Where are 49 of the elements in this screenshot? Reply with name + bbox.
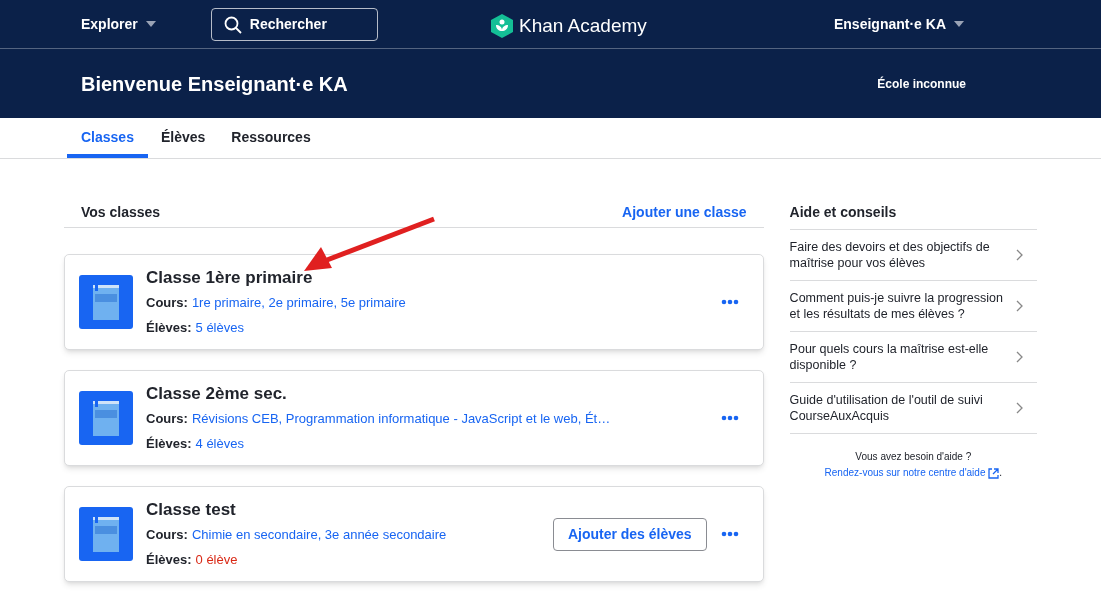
- book-icon: [79, 391, 133, 445]
- chevron-right-icon: [1016, 300, 1023, 312]
- class-name[interactable]: Classe 2ème sec.: [146, 382, 611, 405]
- explore-menu[interactable]: Explorer: [81, 13, 156, 35]
- user-menu[interactable]: Enseignant·e KA: [834, 13, 964, 35]
- more-options-icon[interactable]: [720, 531, 739, 537]
- students-label: Élèves:: [146, 435, 192, 453]
- external-link-icon: [988, 467, 1000, 479]
- students-link[interactable]: 0 élève: [195, 550, 238, 570]
- courses-label: Cours:: [146, 293, 188, 312]
- tab[interactable]: Ressources: [218, 118, 324, 158]
- class-name[interactable]: Classe test: [146, 498, 447, 521]
- tab[interactable]: Élèves: [147, 118, 219, 158]
- add-class-link[interactable]: Ajouter une classe: [622, 201, 747, 223]
- search-icon: [223, 15, 242, 34]
- help-article-item[interactable]: Comment puis-je suivre la progression et les résultats de mes élèves ?: [789, 281, 1037, 332]
- students-link[interactable]: 5 élèves: [195, 318, 244, 338]
- courses-link[interactable]: Révisions CEB, Programmation informatique - JavaScript et le web, Ét…: [191, 408, 611, 428]
- courses-link[interactable]: 1re primaire, 2e primaire, 5e primaire: [191, 292, 406, 312]
- chevron-right-icon: [1016, 351, 1023, 363]
- book-icon: [79, 507, 133, 561]
- school-name: École inconnue: [877, 75, 966, 93]
- students-label: Élèves:: [146, 551, 192, 569]
- leaf-hexagon-logo-icon: [491, 14, 513, 39]
- chevron-right-icon: [1016, 249, 1023, 261]
- help-article-item[interactable]: Faire des devoirs et des objectifs de maîtrise pour vos élèves: [789, 230, 1037, 281]
- courses-label: Cours:: [146, 409, 188, 428]
- book-icon: [79, 275, 133, 329]
- students-label: Élèves:: [146, 319, 192, 337]
- help-title: Aide et conseils: [789, 195, 1037, 230]
- help-footer-text: Vous avez besoin d'aide ? Rendez-vous sur notre centre d'aide .: [823, 450, 1004, 481]
- caret-icon: [954, 21, 964, 27]
- more-options-icon[interactable]: [720, 415, 739, 421]
- students-link[interactable]: 4 élèves: [195, 434, 244, 454]
- help-center-link[interactable]: Rendez-vous sur notre centre d'aide: [824, 467, 1000, 478]
- caret-icon: [145, 21, 156, 27]
- tab[interactable]: Classes: [67, 118, 148, 158]
- courses-label: Cours:: [146, 525, 188, 544]
- class-name[interactable]: Classe 1ère primaire: [146, 266, 406, 289]
- welcome-title: Bienvenue Enseignant·e KA: [81, 71, 348, 97]
- more-options-icon[interactable]: [720, 299, 739, 305]
- help-article-item[interactable]: Pour quels cours la maîtrise est-elle disponible ?: [789, 332, 1037, 383]
- help-article-item[interactable]: Guide d'utilisation de l'outil de suivi CourseAuxAcquis: [789, 383, 1037, 434]
- add-students-button[interactable]: Ajouter des élèves: [552, 517, 707, 551]
- section-title: Vos classes: [81, 202, 161, 222]
- courses-link[interactable]: Chimie en secondaire, 3e année secondaire: [191, 524, 447, 544]
- search-field[interactable]: Rechercher: [210, 7, 378, 41]
- logo-text: Khan Academy: [519, 14, 647, 38]
- chevron-right-icon: [1016, 402, 1023, 414]
